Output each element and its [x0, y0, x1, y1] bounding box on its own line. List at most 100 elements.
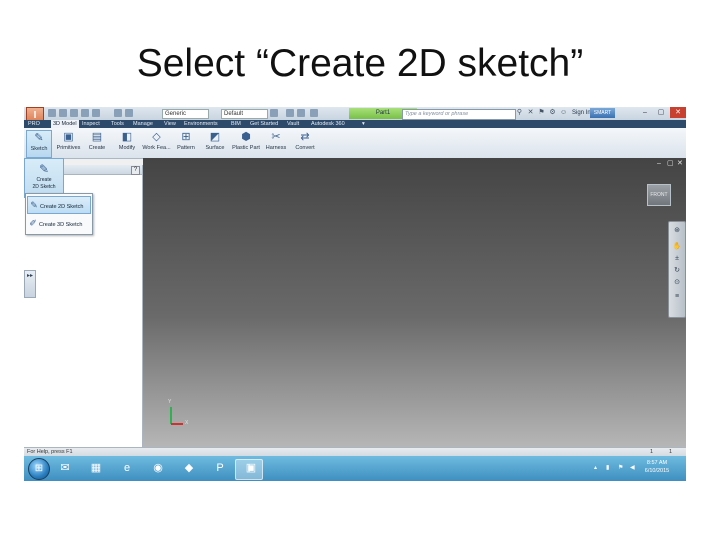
- x-axis-label: X: [185, 420, 189, 426]
- binoculars-icon[interactable]: ⚲: [516, 109, 523, 117]
- open-file-icon[interactable]: [59, 109, 67, 117]
- start-button[interactable]: ⊞: [28, 458, 50, 480]
- y-axis-label: Y: [168, 399, 172, 405]
- viewport-close[interactable]: ✕: [677, 160, 683, 167]
- outlook-icon[interactable]: ✉: [55, 459, 75, 478]
- close-button[interactable]: ✕: [670, 107, 686, 118]
- tray-expand-icon[interactable]: ▴: [594, 464, 597, 472]
- material-combo[interactable]: Generic: [162, 109, 209, 119]
- title-bar: I Generic Default Part1 Type a keyword o…: [24, 107, 686, 131]
- tab-get-started[interactable]: Get Started: [248, 120, 280, 128]
- volume-icon[interactable]: ◀: [630, 464, 635, 472]
- plastic-part-icon: ⬢: [241, 131, 251, 143]
- clear-override-icon[interactable]: [270, 109, 278, 117]
- viewport-maximize[interactable]: ▢: [667, 160, 674, 167]
- redo-icon[interactable]: [92, 109, 100, 117]
- customize-icon[interactable]: [310, 109, 318, 117]
- user-icon[interactable]: ☺: [560, 109, 567, 117]
- create-button[interactable]: ▤ Create: [86, 130, 108, 156]
- network-icon[interactable]: ▮: [606, 464, 609, 472]
- sketch-icon: ✎: [34, 132, 44, 144]
- sign-in-link[interactable]: Sign In: [572, 108, 591, 119]
- exchange-icon[interactable]: ⚙: [549, 109, 556, 117]
- ribbon-panel: ✎ Sketch ▣ Primitives ▤ Create ◧ Modify …: [24, 128, 686, 159]
- tab-bim[interactable]: BIM: [229, 120, 243, 128]
- tab-vault[interactable]: Vault: [285, 120, 301, 128]
- steering-wheel-icon[interactable]: ⊛: [671, 226, 683, 235]
- cart-icon[interactable]: ⚑: [538, 109, 545, 117]
- pan-icon[interactable]: ✋: [671, 242, 683, 251]
- navbar-options-icon[interactable]: ≡: [671, 292, 683, 301]
- work-features-button[interactable]: ◇ Work Fea...: [141, 130, 172, 156]
- clock-date: 6/10/2015: [644, 468, 670, 474]
- taskbar: ⊞ ✉ ▦ e ◉ ◆ P ▣ I ▴ ▮ ⚑ ◀ 8:57 AM 6/10/2…: [24, 456, 686, 481]
- tab-autodesk-360[interactable]: Autodesk 360: [309, 120, 347, 128]
- create-icon: ▤: [91, 131, 103, 143]
- maximize-button[interactable]: ▢: [654, 107, 668, 118]
- plastic-part-button[interactable]: ⬢ Plastic Part: [230, 130, 262, 156]
- appearance-combo[interactable]: Default: [221, 109, 268, 119]
- sketch-dropdown-icon: ✎: [38, 162, 50, 176]
- browser-expand-handle[interactable]: ▸▸: [24, 270, 36, 298]
- help-icon[interactable]: ?: [131, 166, 140, 175]
- return-icon[interactable]: [114, 109, 122, 117]
- tab-pro[interactable]: PRO: [26, 120, 42, 128]
- tools-icon[interactable]: ✕: [527, 109, 534, 117]
- select-icon[interactable]: [125, 109, 133, 117]
- navigation-bar: ⊛ ✋ ± ↻ ⊙ ≡: [668, 221, 686, 318]
- modify-button[interactable]: ◧ Modify: [116, 130, 138, 156]
- graphics-viewport[interactable]: – ▢ ✕ FRONT ⊛ ✋ ± ↻ ⊙ ≡ Y X: [143, 158, 686, 447]
- convert-button[interactable]: ⇄ Convert: [292, 130, 318, 156]
- new-file-icon[interactable]: [48, 109, 56, 117]
- slide-title: Select “Create 2D sketch”: [136, 42, 584, 85]
- tab-view[interactable]: View: [162, 120, 178, 128]
- undo-icon[interactable]: [81, 109, 89, 117]
- pattern-button[interactable]: ⊞ Pattern: [174, 130, 198, 156]
- help-search-input[interactable]: Type a keyword or phrase: [402, 109, 516, 120]
- zoom-icon[interactable]: ±: [671, 254, 683, 263]
- tab-environments[interactable]: Environments: [182, 120, 220, 128]
- ribbon-tabs: PRO 3D Model Inspect Tools Manage View E…: [24, 120, 686, 128]
- surface-icon: ◩: [209, 131, 221, 143]
- create-3d-sketch-icon: ✐: [29, 218, 37, 228]
- y-axis-indicator: [170, 407, 172, 424]
- tab-tools[interactable]: Tools: [109, 120, 126, 128]
- viewport-minimize[interactable]: –: [657, 160, 661, 167]
- create-2d-sketch-icon: ✎: [30, 200, 38, 210]
- harness-icon: ✂: [271, 131, 281, 143]
- taskbar-clock[interactable]: 8:57 AM 6/10/2015: [640, 459, 674, 475]
- create-2d-sketch-item[interactable]: ✎ Create 2D Sketch: [27, 196, 91, 214]
- create-3d-sketch-item[interactable]: ✐ Create 3D Sketch: [27, 215, 89, 231]
- parameters-icon[interactable]: [286, 109, 294, 117]
- inventor-taskbar-icon[interactable]: I: [235, 459, 263, 480]
- viewcube[interactable]: FRONT: [647, 184, 671, 206]
- surface-button[interactable]: ◩ Surface: [203, 130, 227, 156]
- create-2d-sketch-dropdown[interactable]: ✎ Create 2D Sketch: [24, 158, 64, 198]
- clock-time: 8:57 AM: [646, 460, 668, 466]
- x-axis-indicator: [171, 423, 183, 425]
- tab-manage[interactable]: Manage: [131, 120, 155, 128]
- fx-icon[interactable]: [297, 109, 305, 117]
- modify-icon: ◧: [121, 131, 133, 143]
- powerpoint-icon[interactable]: P: [210, 459, 230, 478]
- app-window: I Generic Default Part1 Type a keyword o…: [24, 107, 686, 481]
- file-explorer-icon[interactable]: ▦: [86, 459, 106, 478]
- primitives-icon: ▣: [63, 131, 74, 143]
- sticky-notes-icon[interactable]: ◆: [179, 459, 199, 478]
- flag-icon[interactable]: ⚑: [618, 464, 623, 472]
- primitives-button[interactable]: ▣ Primitives: [53, 130, 84, 156]
- smart-ink-button[interactable]: SMART Ink: [590, 108, 615, 126]
- minimize-button[interactable]: –: [638, 107, 652, 118]
- internet-explorer-icon[interactable]: e: [117, 459, 137, 478]
- convert-icon: ⇄: [300, 131, 310, 143]
- tab-inspect[interactable]: Inspect: [80, 120, 102, 128]
- sketch-flyout-menu: ✎ Create 2D Sketch ✐ Create 3D Sketch: [25, 193, 93, 235]
- sketch-button[interactable]: ✎ Sketch: [26, 130, 52, 158]
- save-icon[interactable]: [70, 109, 78, 117]
- tab-3d-model[interactable]: 3D Model: [51, 120, 79, 128]
- ribbon-options-icon[interactable]: ▾: [360, 120, 367, 128]
- look-at-icon[interactable]: ⊙: [671, 278, 683, 287]
- chrome-icon[interactable]: ◉: [148, 459, 168, 478]
- harness-button[interactable]: ✂ Harness: [264, 130, 288, 156]
- orbit-icon[interactable]: ↻: [671, 266, 683, 275]
